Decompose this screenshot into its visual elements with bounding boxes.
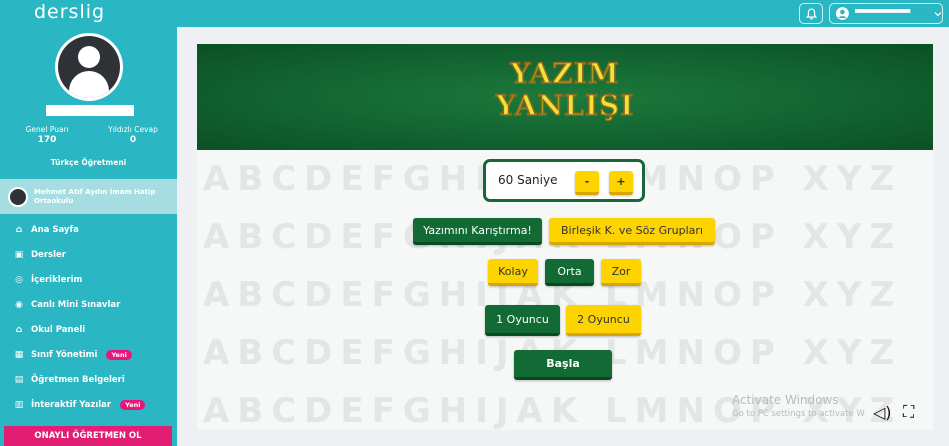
sidebar-item-label: Ana Sayfa xyxy=(31,224,79,235)
stat-label: Yıldızlı Cevap xyxy=(108,125,158,134)
sidebar-item-sınıf-yönetimi[interactable]: ▦ Sınıf Yönetimi Yeni xyxy=(0,342,177,367)
content-icon: ◎ xyxy=(15,274,23,285)
stat-starred-answers: Yıldızlı Cevap 0 xyxy=(98,125,168,145)
sidebar: Genel Puan 170 Yıldızlı Cevap 0 Türkçe Ö… xyxy=(0,27,177,446)
timer-box: 60 Saniye - + xyxy=(483,159,645,202)
watermark-title: Activate Windows xyxy=(732,393,839,407)
difficulty-button-easy[interactable]: Kolay xyxy=(488,259,538,286)
chevron-down-icon xyxy=(934,11,942,16)
book-icon: ▣ xyxy=(14,249,24,260)
derslig-logo[interactable]: derslig xyxy=(34,1,105,23)
game-panel: ABCDEFGHIJAK LMNOP XYZ ABCDEFGHIJAK LMNO… xyxy=(197,44,933,430)
sidebar-item-label: Öğretmen Belgeleri xyxy=(31,374,125,385)
user-menu-button[interactable]: ▀▀▀▀▀▀▀▀ xyxy=(829,3,943,24)
sidebar-item-i-nteraktif-yazılar[interactable]: ▥ İnteraktif Yazılar Yeni xyxy=(0,392,177,417)
document-icon: ▤ xyxy=(14,374,24,385)
school-logo-icon xyxy=(8,186,28,207)
profile-name-redacted xyxy=(46,105,134,116)
sidebar-item-label: Sınıf Yönetimi xyxy=(31,349,98,360)
sidebar-item-ana-sayfa[interactable]: ⌂ Ana Sayfa xyxy=(0,217,177,242)
approved-teacher-button[interactable]: ONAYLI ÖĞRETMEN OL xyxy=(4,426,172,446)
game-title: YAZIM YANLIŞI xyxy=(197,57,933,123)
top-bar: derslig ▀▀▀▀▀▀▀▀ xyxy=(0,0,949,27)
timer-label: 60 Saniye xyxy=(498,173,558,187)
sidebar-item-label: İçeriklerim xyxy=(31,274,83,285)
class-icon: ▦ xyxy=(14,349,24,360)
sidebar-menu: ⌂ Ana Sayfa ▣ Dersler ◎ İçeriklerim ◉ Canlı Min… xyxy=(0,217,177,417)
broadcast-icon: ◉ xyxy=(15,299,23,310)
sidebar-item-label: Canlı Mini Sınavlar xyxy=(31,299,121,310)
sidebar-item-i-çeriklerim[interactable]: ◎ İçeriklerim xyxy=(0,267,177,292)
sidebar-item-dersler[interactable]: ▣ Dersler xyxy=(0,242,177,267)
user-name: ▀▀▀▀▀▀▀▀ xyxy=(854,8,911,19)
sidebar-item-label: İnteraktif Yazılar xyxy=(31,399,112,410)
players-button-one[interactable]: 1 Oyuncu xyxy=(485,305,560,336)
new-badge: Yeni xyxy=(120,399,146,410)
difficulty-button-medium[interactable]: Orta xyxy=(545,259,594,286)
mode-button-shuffle[interactable]: Yazımını Karıştırma! xyxy=(413,218,542,245)
sidebar-item-canlı-mini-sınavlar[interactable]: ◉ Canlı Mini Sınavlar xyxy=(0,292,177,317)
game-banner: YAZIM YANLIŞI xyxy=(197,44,933,150)
game-title-line1: YAZIM xyxy=(510,57,620,91)
stat-general-score: Genel Puan 170 xyxy=(22,125,72,145)
bell-icon xyxy=(805,7,817,20)
school-name: Mehmet Atıf Aydın İmam Hatip Ortaokulu xyxy=(34,187,156,205)
timer-increase-button[interactable]: + xyxy=(609,171,633,195)
fullscreen-icon[interactable]: ⛶ xyxy=(903,402,914,422)
teacher-role: Türkçe Öğretmeni xyxy=(50,158,127,167)
game-title-line2: YANLIŞI xyxy=(495,89,635,123)
sidebar-item-label: Dersler xyxy=(31,249,66,260)
sidebar-item-okul-paneli[interactable]: ⌂ Okul Paneli xyxy=(0,317,177,342)
home-icon: ⌂ xyxy=(15,224,23,235)
notifications-button[interactable] xyxy=(799,3,823,24)
user-icon xyxy=(836,7,849,20)
stat-value: 170 xyxy=(37,135,57,145)
windows-activation-watermark: Activate Windows Go to PC settings to ac… xyxy=(732,393,865,419)
watermark-subtitle: Go to PC settings to activate W xyxy=(732,409,865,419)
new-badge: Yeni xyxy=(106,349,132,360)
stat-value: 0 xyxy=(129,135,137,145)
school-icon: ⌂ xyxy=(15,324,23,335)
players-button-two[interactable]: 2 Oyuncu xyxy=(566,305,641,336)
school-item[interactable]: Mehmet Atıf Aydın İmam Hatip Ortaokulu xyxy=(0,179,177,214)
speaker-icon[interactable]: ◁) xyxy=(873,403,892,422)
stat-label: Genel Puan xyxy=(25,125,69,134)
timer-decrease-button[interactable]: - xyxy=(575,171,599,195)
profile-avatar[interactable] xyxy=(55,33,123,101)
difficulty-button-hard[interactable]: Zor xyxy=(601,259,641,286)
interactive-icon: ▥ xyxy=(14,399,24,410)
sidebar-item-label: Okul Paneli xyxy=(31,324,86,335)
sidebar-item-öğretmen-belgeleri[interactable]: ▤ Öğretmen Belgeleri xyxy=(0,367,177,392)
mode-button-compound-words[interactable]: Birleşik K. ve Söz Grupları xyxy=(549,218,715,245)
start-button[interactable]: Başla xyxy=(514,350,612,380)
